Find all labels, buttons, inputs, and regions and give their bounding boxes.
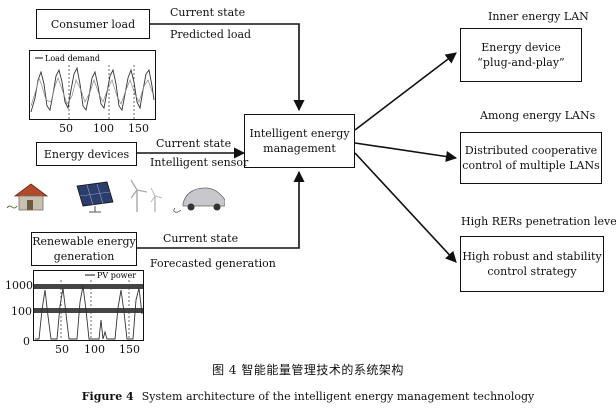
- pv-power-plot: PV power: [33, 270, 144, 341]
- predicted-load-label: Predicted load: [170, 28, 252, 41]
- energy-devices-box: Energy devices: [36, 142, 137, 166]
- load-xtick-150: 150: [128, 122, 149, 135]
- device-icons-row: [6, 179, 225, 213]
- high-rers-penetration-label: High RERs penetration level: [461, 215, 616, 228]
- current-state-label-bottom: Current state: [163, 232, 239, 245]
- arrow-iem-to-high-rers: [354, 152, 457, 263]
- renewable-label-line1: Renewable energy: [32, 235, 136, 248]
- intelligent-energy-management-box: Intelligent energy management: [244, 114, 355, 168]
- arrow-iem-to-inner-lan: [354, 52, 457, 131]
- energy-devices-label: Energy devices: [43, 147, 130, 161]
- distributed-label-line2: control of multiple LANs: [462, 159, 600, 172]
- architecture-diagram: Consumer load Energy devices Renewable e…: [0, 0, 616, 414]
- iem-label-line1: Intelligent energy: [249, 127, 350, 140]
- figure-caption-prefix: Figure 4: [81, 390, 134, 403]
- robust-control-strategy-box: High robust and stability control strate…: [460, 236, 604, 292]
- forecasted-generation-label: Forecasted generation: [150, 257, 276, 270]
- inner-energy-lan-label: Inner energy LAN: [488, 10, 589, 23]
- renewable-label-line2: generation: [53, 250, 115, 263]
- load-xtick-50: 50: [59, 122, 73, 135]
- pv-ytick-1000: 1000: [5, 279, 33, 292]
- distributed-cooperative-control-box: Distributed cooperative control of multi…: [460, 132, 602, 184]
- pv-xtick-100: 100: [84, 343, 105, 356]
- current-state-label-mid: Current state: [156, 137, 232, 150]
- distributed-label-line1: Distributed cooperative: [464, 144, 598, 157]
- arrow-iem-to-among-lans: [354, 142, 458, 163]
- load-xtick-100: 100: [93, 122, 114, 135]
- iem-label-line2: management: [263, 142, 336, 155]
- figure-caption-text: System architecture of the intelligent e…: [141, 390, 535, 403]
- energy-device-plug-and-play-box: Energy device “plug-and-play”: [460, 28, 582, 82]
- pv-ytick-0: 0: [23, 335, 30, 348]
- current-state-label-top: Current state: [170, 6, 246, 19]
- load-demand-plot: Load demand: [29, 50, 156, 120]
- pv-ytick-100: 100: [11, 305, 32, 318]
- pv-xtick-150: 150: [119, 343, 140, 356]
- pv-legend-text: PV power: [97, 271, 136, 280]
- robust-label-line2: control strategy: [487, 265, 577, 278]
- figure-caption-chinese: 图 4 智能能量管理技术的系统架构: [212, 363, 404, 377]
- solar-panel-icon: [76, 181, 114, 213]
- robust-label-line1: High robust and stability: [462, 250, 602, 263]
- pv-xtick-50: 50: [55, 343, 69, 356]
- renewable-generation-box: Renewable energy generation: [31, 232, 137, 266]
- consumer-load-label: Consumer load: [50, 17, 136, 31]
- consumer-load-box: Consumer load: [36, 9, 150, 39]
- intelligent-sensor-label: Intelligent sensor: [150, 156, 249, 169]
- load-legend-text: Load demand: [45, 54, 100, 63]
- pv-lower-band: [34, 308, 143, 313]
- figure-caption-english: Figure 4 System architecture of the intel…: [0, 390, 616, 403]
- house-icon: [6, 183, 49, 211]
- among-energy-lans-label: Among energy LANs: [480, 109, 596, 122]
- device-label-line1: Energy device: [481, 41, 561, 54]
- device-label-line2: “plug-and-play”: [477, 56, 565, 69]
- electric-car-icon: [173, 187, 225, 213]
- pv-upper-band: [34, 284, 143, 289]
- wind-turbine-icon: [130, 179, 163, 212]
